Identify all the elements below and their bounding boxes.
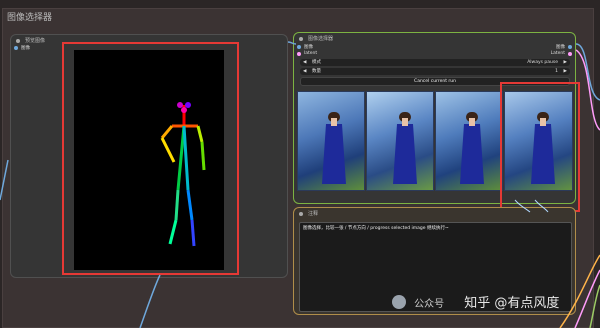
node-title: 注释 [308,211,319,217]
mode-combo[interactable]: ◀ 模式 Always pause ▶ [300,59,570,66]
preview-highlight-box [62,42,239,275]
count-value: 1 [555,69,558,74]
node-title: 预览图像 [25,38,46,44]
input-socket-latent[interactable] [297,52,301,56]
selected-image-highlight-box [500,82,580,212]
generated-image-3[interactable] [435,91,503,191]
input-socket-image[interactable] [297,45,301,49]
arrow-left-icon[interactable]: ◀ [303,59,306,66]
wechat-icon [392,295,406,309]
arrow-right-icon[interactable]: ▶ [564,59,567,66]
input-label-latent: latent [304,51,318,56]
output-socket-image[interactable] [568,45,572,49]
mode-label: 模式 [312,60,321,65]
input-label: 图像 [21,46,30,51]
node-collapse-dot[interactable] [16,39,20,43]
count-label: 数量 [312,69,321,74]
output-label-image: 图像 [556,45,565,50]
node-title: 图像选择器 [308,36,334,42]
note-text: 图像选择，比较一张 / 节点方向 / progress selected ima… [303,226,449,231]
node-collapse-dot[interactable] [299,212,303,216]
node-collapse-dot[interactable] [299,37,303,41]
group-title: 图像选择器 [7,13,53,23]
watermark: 公众号 知乎 @有点风度 [392,292,559,311]
output-socket-latent[interactable] [568,52,572,56]
watermark-prefix: 公众号 [414,299,445,310]
input-label-image: 图像 [304,45,313,50]
generated-image-2[interactable] [366,91,434,191]
arrow-right-icon[interactable]: ▶ [564,68,567,75]
output-label-latent: Latent [550,51,565,56]
mode-value: Always pause [527,60,558,65]
arrow-left-icon[interactable]: ◀ [303,68,306,75]
workflow-canvas[interactable]: 图像选择器 预览图像 图像 图像选择器 图像 latent 图像 Latent … [0,0,600,328]
count-widget[interactable]: ◀ 数量 1 ▶ [300,68,570,75]
input-socket[interactable] [14,46,18,50]
watermark-text: 知乎 @有点风度 [464,296,560,311]
generated-image-1[interactable] [297,91,365,191]
